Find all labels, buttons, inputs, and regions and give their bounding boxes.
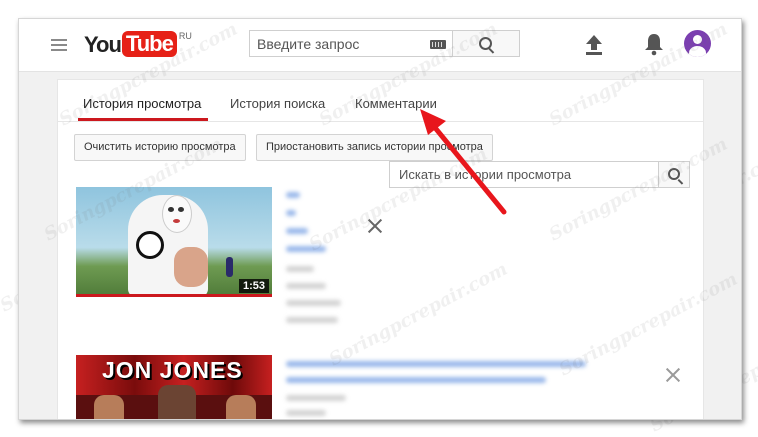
pause-history-button[interactable]: Приостановить запись истории просмотра: [256, 134, 493, 161]
remove-video-button[interactable]: [666, 368, 680, 382]
youtube-logo[interactable]: You Tube RU: [84, 31, 192, 61]
search-icon: [668, 168, 680, 180]
logo-text-you: You: [84, 32, 122, 57]
tab-bar: История просмотра История поиска Коммент…: [58, 80, 703, 122]
history-search-input[interactable]: [390, 162, 663, 187]
video-thumbnail[interactable]: 1:53: [76, 187, 272, 297]
browser-window: You Tube RU История просмотра История по…: [18, 18, 742, 420]
history-panel: История просмотра История поиска Коммент…: [57, 79, 704, 419]
blurred-title: [286, 192, 300, 198]
logo-region: RU: [178, 31, 192, 41]
video-duration: 1:53: [238, 279, 269, 293]
logo-text-tube: Tube: [121, 31, 177, 57]
search-box: [249, 30, 453, 57]
upload-icon[interactable]: [584, 34, 604, 56]
tab-watch-history[interactable]: История просмотра: [83, 96, 201, 111]
avatar[interactable]: [684, 30, 711, 57]
search-button[interactable]: [453, 30, 520, 57]
search-icon: [479, 37, 492, 50]
remove-video-button[interactable]: [368, 219, 382, 233]
blurred-title: [286, 361, 586, 367]
thumbnail-text: JON JONES: [102, 357, 243, 383]
top-bar: You Tube RU: [19, 19, 741, 72]
active-tab-indicator: [78, 118, 208, 121]
history-search-box: [389, 161, 663, 188]
history-search-button[interactable]: [659, 161, 690, 188]
keyboard-icon[interactable]: [430, 40, 446, 49]
search-input[interactable]: [250, 31, 439, 56]
watch-progress-bar: [76, 294, 272, 297]
blurred-meta: [286, 395, 346, 401]
blurred-meta: [286, 266, 314, 272]
tab-comments[interactable]: Комментарии: [355, 96, 437, 111]
video-thumbnail[interactable]: JON JONES: [76, 355, 272, 419]
notifications-icon[interactable]: [643, 32, 665, 56]
clear-history-button[interactable]: Очистить историю просмотра: [74, 134, 246, 161]
menu-icon[interactable]: [51, 39, 67, 51]
tab-search-history[interactable]: История поиска: [230, 96, 325, 111]
